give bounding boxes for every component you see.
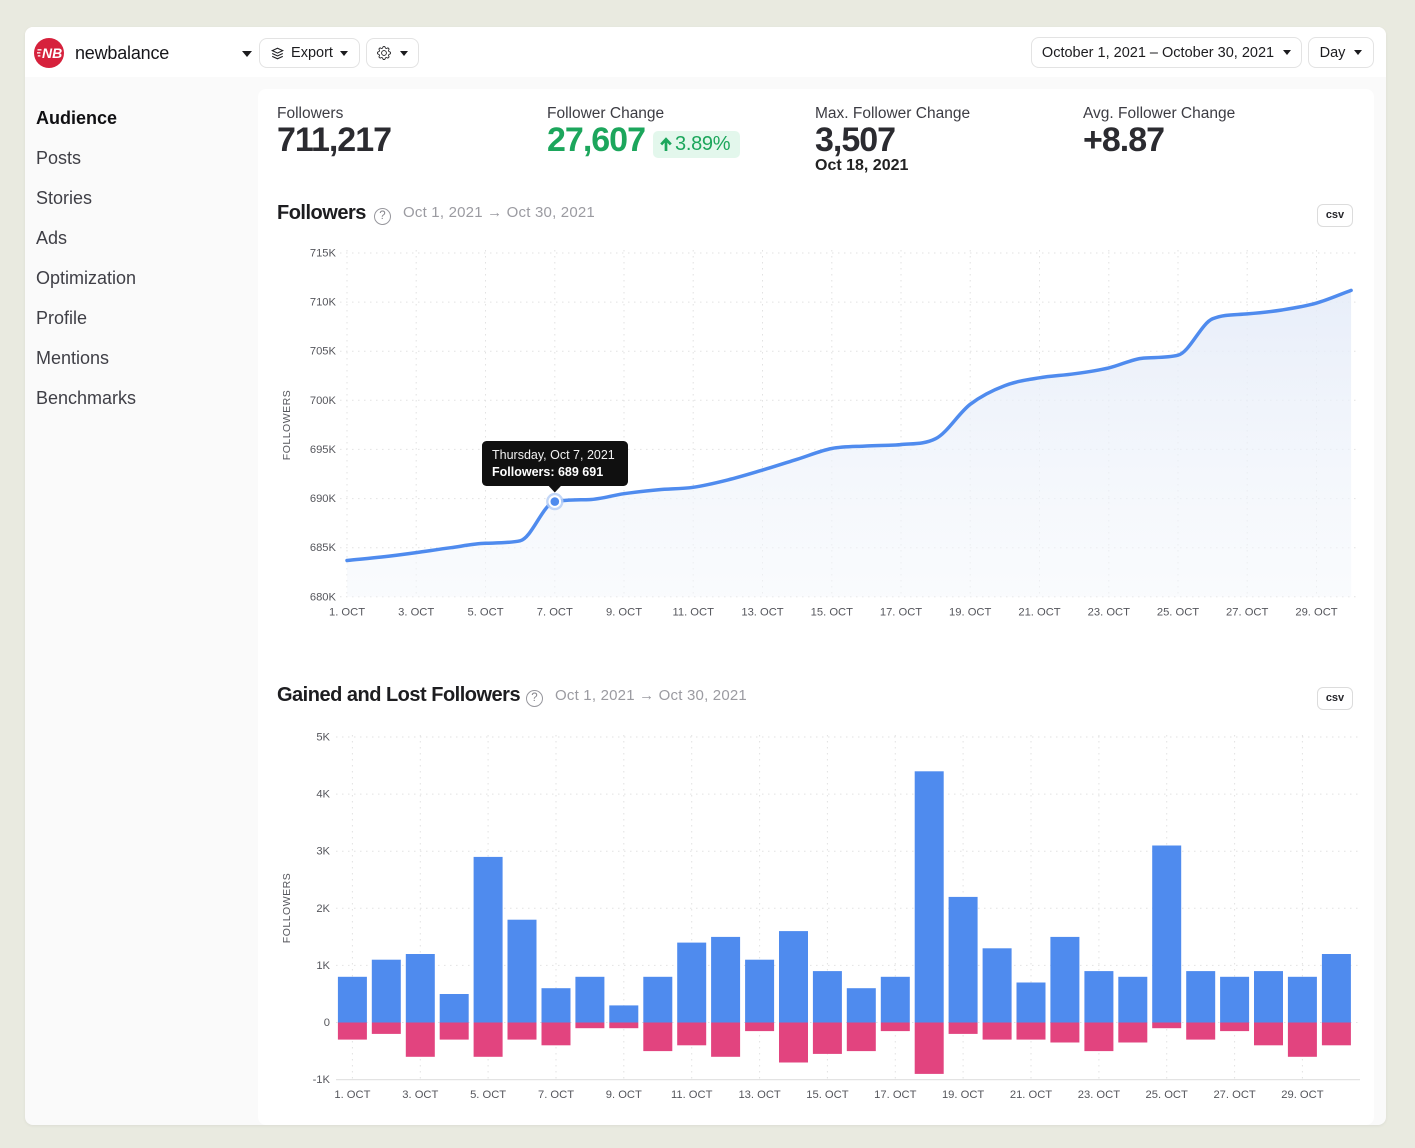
svg-text:7. OCT: 7. OCT	[537, 607, 573, 619]
svg-text:3K: 3K	[316, 846, 330, 858]
svg-text:705K: 705K	[310, 346, 337, 358]
svg-text:NB: NB	[42, 45, 62, 61]
svg-text:21. OCT: 21. OCT	[1018, 607, 1060, 619]
svg-text:3. OCT: 3. OCT	[402, 1089, 438, 1101]
svg-text:700K: 700K	[310, 395, 337, 407]
svg-text:19. OCT: 19. OCT	[942, 1089, 984, 1101]
svg-text:1. OCT: 1. OCT	[334, 1089, 370, 1101]
svg-text:0: 0	[324, 1017, 330, 1029]
svg-text:27. OCT: 27. OCT	[1226, 607, 1268, 619]
svg-text:7. OCT: 7. OCT	[538, 1089, 574, 1101]
svg-text:29. OCT: 29. OCT	[1295, 607, 1337, 619]
svg-text:27. OCT: 27. OCT	[1213, 1089, 1255, 1101]
svg-text:21. OCT: 21. OCT	[1010, 1089, 1052, 1101]
svg-text:Followers: 689 691: Followers: 689 691	[492, 465, 603, 479]
svg-text:1. OCT: 1. OCT	[329, 607, 365, 619]
svg-text:25. OCT: 25. OCT	[1157, 607, 1199, 619]
svg-text:685K: 685K	[310, 542, 337, 554]
svg-text:29. OCT: 29. OCT	[1281, 1089, 1323, 1101]
svg-text:-1K: -1K	[313, 1074, 331, 1086]
svg-text:17. OCT: 17. OCT	[880, 607, 922, 619]
svg-text:695K: 695K	[310, 444, 337, 456]
svg-text:FOLLOWERS: FOLLOWERS	[281, 390, 293, 460]
svg-text:23. OCT: 23. OCT	[1088, 607, 1130, 619]
svg-text:680K: 680K	[310, 591, 337, 603]
svg-text:11. OCT: 11. OCT	[671, 1089, 713, 1101]
svg-text:9. OCT: 9. OCT	[606, 607, 642, 619]
svg-text:9. OCT: 9. OCT	[606, 1089, 642, 1101]
svg-text:25. OCT: 25. OCT	[1146, 1089, 1188, 1101]
svg-text:715K: 715K	[310, 248, 337, 260]
svg-text:1K: 1K	[316, 960, 330, 972]
svg-text:5. OCT: 5. OCT	[467, 607, 503, 619]
svg-text:13. OCT: 13. OCT	[741, 607, 783, 619]
svg-text:5. OCT: 5. OCT	[470, 1089, 506, 1101]
svg-text:3. OCT: 3. OCT	[398, 607, 434, 619]
svg-text:FOLLOWERS: FOLLOWERS	[281, 873, 293, 943]
svg-text:19. OCT: 19. OCT	[949, 607, 991, 619]
svg-text:690K: 690K	[310, 493, 337, 505]
svg-text:13. OCT: 13. OCT	[738, 1089, 780, 1101]
svg-text:4K: 4K	[316, 789, 330, 801]
svg-text:5K: 5K	[316, 732, 330, 744]
svg-text:710K: 710K	[310, 297, 337, 309]
svg-text:17. OCT: 17. OCT	[874, 1089, 916, 1101]
svg-text:Thursday, Oct 7, 2021: Thursday, Oct 7, 2021	[492, 448, 615, 462]
svg-text:23. OCT: 23. OCT	[1078, 1089, 1120, 1101]
svg-text:2K: 2K	[316, 903, 330, 915]
svg-text:15. OCT: 15. OCT	[806, 1089, 848, 1101]
svg-text:15. OCT: 15. OCT	[811, 607, 853, 619]
svg-text:11. OCT: 11. OCT	[672, 607, 714, 619]
